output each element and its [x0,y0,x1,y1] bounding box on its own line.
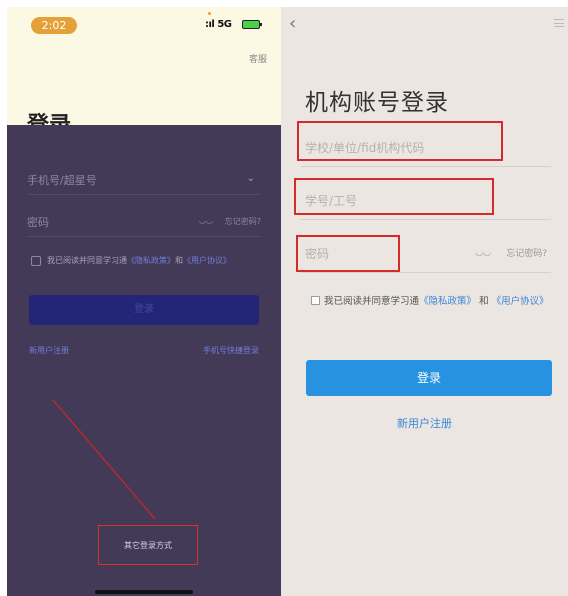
r-and-text: 和 [479,296,489,307]
forgot-password-link[interactable]: 忘记密码? [225,216,261,227]
eye-closed-icon[interactable]: ◡◡ [199,216,213,225]
student-id-highlight [294,178,494,215]
r-register-link[interactable]: 新用户注册 [281,415,568,431]
user-agreement-link[interactable]: 《用户协议》 [183,255,231,266]
r-agree-checkbox[interactable] [311,296,320,305]
agree-checkbox[interactable] [31,255,41,266]
other-login-link[interactable]: 其它登录方式 [99,540,197,551]
phone-field[interactable]: 手机号/超星号 ⌄ [27,165,261,195]
signal-icon: :ıl 5G [205,19,232,30]
register-link[interactable]: 新用户注册 [29,345,69,356]
password-highlight [296,235,400,272]
password-placeholder: 密码 [27,216,49,229]
back-icon[interactable]: ‹ [289,15,296,33]
r-login-button[interactable]: 登录 [306,360,552,396]
password-field[interactable]: 密码 ◡◡ 忘记密码? [27,207,261,237]
r-forgot-password-link[interactable]: 忘记密码? [506,246,547,259]
left-screenshot: 2:02 :ıl 5G 客服 登录 手机号/超星号 ⌄ 密码 ◡◡ 忘记密码? … [7,7,281,596]
r-privacy-link[interactable]: 《隐私政策》 [419,296,476,307]
service-link[interactable]: 客服 [249,52,267,65]
home-indicator [95,590,193,594]
agree-text: 我已阅读并同意学习通 [47,256,127,265]
phone-placeholder: 手机号/超星号 [27,174,97,187]
chevron-down-icon[interactable]: ⌄ [247,173,255,184]
right-screenshot: ‹ 机构账号登录 学校/单位/fid机构代码 学号/工号 密码 ◡◡ 忘记密码?… [281,7,568,596]
phone-login-link[interactable]: 手机号快捷登录 [203,345,259,356]
r-agreement-row: 我已阅读并同意学习通《隐私政策》 和 《用户协议》 [311,294,551,309]
r-user-agreement-link[interactable]: 《用户协议》 [492,296,549,307]
network-label: 5G [217,19,232,30]
institution-login-title: 机构账号登录 [305,90,449,116]
agreement-row: 我已阅读并同意学习通 《隐私政策》 和 《用户协议》 [31,255,231,266]
eye-closed-icon[interactable]: ◡◡ [475,248,491,258]
school-field-highlight [297,121,503,161]
r-agree-text: 我已阅读并同意学习通 [324,296,420,307]
status-time: 2:02 [31,17,77,34]
and-text: 和 [175,256,183,265]
battery-icon [242,20,262,29]
other-login-highlight[interactable]: 其它登录方式 [98,525,198,565]
login-button[interactable]: 登录 [29,295,259,325]
status-dot [208,12,211,15]
privacy-link[interactable]: 《隐私政策》 [127,255,175,266]
menu-icon[interactable] [554,19,564,27]
